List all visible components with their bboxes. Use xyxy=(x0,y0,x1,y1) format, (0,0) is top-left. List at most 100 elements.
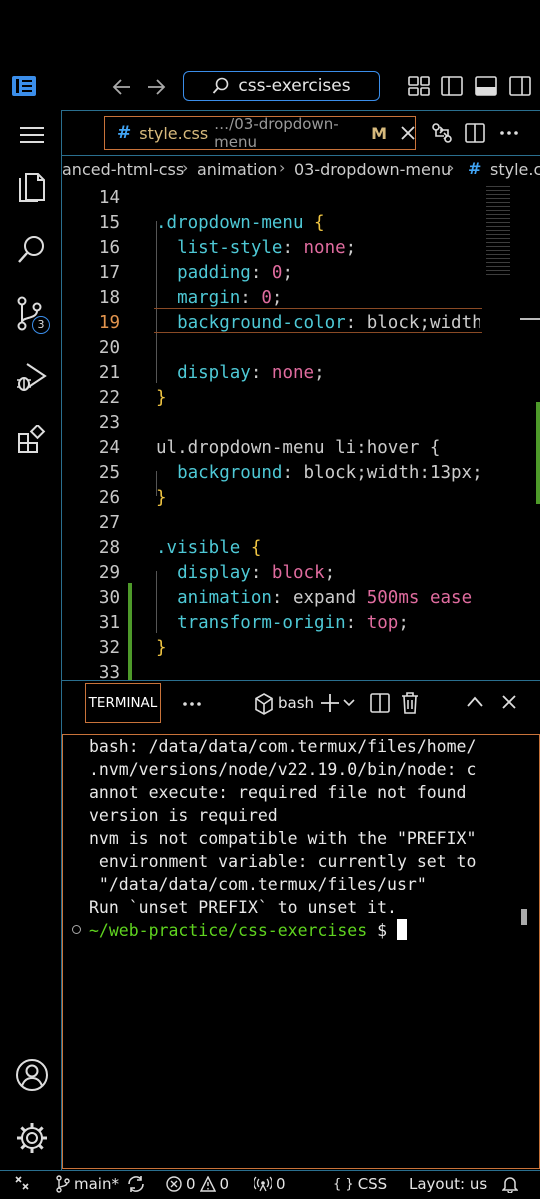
line-number: 31 xyxy=(98,613,120,633)
accounts-icon[interactable] xyxy=(15,1058,49,1092)
git-branch[interactable]: main* xyxy=(56,1175,119,1193)
code-line: 20 xyxy=(62,336,540,361)
keyboard-layout[interactable]: Layout: us xyxy=(409,1175,487,1193)
line-number: 23 xyxy=(98,413,120,433)
chevron-down-icon[interactable] xyxy=(343,699,355,707)
toggle-secondary-sidebar-icon[interactable] xyxy=(509,76,531,96)
tab-filename: style.css xyxy=(139,123,209,143)
sync-icon[interactable] xyxy=(127,1175,145,1193)
chevron-right-icon: › xyxy=(448,158,455,177)
code-line: 30 animation: expand 500ms ease xyxy=(62,586,540,611)
terminal-body[interactable]: bash: /data/data/com.termux/files/home/ … xyxy=(62,734,540,1169)
remote-indicator-icon[interactable] xyxy=(14,1175,30,1191)
breadcrumb: anced-html-css › animation › 03-dropdown… xyxy=(62,156,540,184)
customize-layout-icon[interactable] xyxy=(408,76,430,96)
split-editor-icon[interactable] xyxy=(465,123,485,143)
more-panels-icon[interactable] xyxy=(182,701,202,707)
split-terminal-icon[interactable] xyxy=(370,693,390,713)
command-decoration-icon[interactable] xyxy=(72,925,81,934)
terminal-shell-icon xyxy=(254,693,274,715)
language-mode[interactable]: { } CSS xyxy=(333,1175,387,1193)
maximize-panel-icon[interactable] xyxy=(467,696,483,708)
gear-icon[interactable] xyxy=(15,1121,49,1155)
code-line: 23 xyxy=(62,411,540,436)
panel-header: TERMINAL bash xyxy=(62,680,540,724)
command-center-search[interactable]: css-exercises xyxy=(183,71,380,101)
toggle-primary-sidebar-icon[interactable] xyxy=(441,76,463,96)
files-icon[interactable] xyxy=(17,168,47,202)
breadcrumb-item[interactable]: 03-dropdown-menu xyxy=(294,160,451,179)
code-line: 24 ul.dropdown-menu li:hover { xyxy=(62,436,540,461)
code-text: display: none; xyxy=(177,363,325,383)
line-number: 20 xyxy=(98,338,120,358)
branch-icon xyxy=(56,1175,70,1193)
error-icon xyxy=(166,1176,182,1192)
tab-terminal[interactable]: TERMINAL xyxy=(85,683,161,723)
code-text: padding: 0; xyxy=(177,263,294,283)
search-icon xyxy=(212,77,230,95)
code-text: } xyxy=(156,388,167,408)
code-text: animation: expand 500ms ease xyxy=(177,588,473,608)
code-line: 18 margin: 0; xyxy=(62,286,540,311)
code-text: background-color: block;width:13px;heigh… xyxy=(177,313,480,333)
trash-icon[interactable] xyxy=(401,692,419,714)
breadcrumb-item[interactable]: style.c xyxy=(490,160,540,179)
code-line: 27 xyxy=(62,511,540,536)
terminal-output-line: bash: /data/data/com.termux/files/home/ xyxy=(89,737,477,756)
ports-indicator[interactable]: 0 xyxy=(254,1175,286,1193)
new-terminal-icon[interactable] xyxy=(320,693,340,713)
terminal-prompt: ~/web-practice/css-exercises $ xyxy=(89,919,407,942)
close-icon[interactable] xyxy=(502,695,516,709)
terminal-output-line: nvm is not compatible with the "PREFIX" xyxy=(89,829,477,848)
problems-indicator[interactable]: 0 0 xyxy=(166,1175,229,1193)
line-number: 24 xyxy=(98,438,120,458)
code-text: ul.dropdown-menu li:hover { xyxy=(156,438,441,458)
line-number: 22 xyxy=(98,388,120,408)
line-number: 32 xyxy=(98,638,120,658)
line-number: 26 xyxy=(98,488,120,508)
terminal-output-line: environment variable: currently set to xyxy=(89,852,477,871)
more-actions-icon[interactable] xyxy=(499,130,519,136)
code-line: 15 .dropdown-menu { xyxy=(62,211,540,236)
tab-style-css[interactable]: # style.css …/03-dropdown-menu M xyxy=(104,115,416,151)
minimap-content xyxy=(486,186,510,276)
close-icon[interactable] xyxy=(401,126,415,140)
breadcrumb-item[interactable]: anced-html-css xyxy=(62,160,184,179)
code-line: 29 display: block; xyxy=(62,561,540,586)
debug-icon[interactable] xyxy=(15,360,49,394)
chevron-right-icon: › xyxy=(182,158,189,177)
menu-icon[interactable] xyxy=(20,126,44,144)
bell-icon[interactable] xyxy=(502,1175,518,1193)
code-text: .dropdown-menu { xyxy=(156,213,325,233)
minimap-slider[interactable] xyxy=(520,318,540,320)
breadcrumb-item[interactable]: animation xyxy=(197,160,277,179)
prompt-path: ~/web-practice/css-exercises xyxy=(89,921,368,940)
line-number: 29 xyxy=(98,563,120,583)
code-editor[interactable]: 14 15 .dropdown-menu {16 list-style: none;… xyxy=(62,184,540,680)
line-number: 16 xyxy=(98,238,120,258)
line-number: 27 xyxy=(98,513,120,533)
back-arrow-icon[interactable] xyxy=(112,78,132,96)
code-text: } xyxy=(156,488,167,508)
title-bar: css-exercises xyxy=(0,0,540,110)
shell-name[interactable]: bash xyxy=(278,694,314,712)
toggle-panel-icon[interactable] xyxy=(475,76,497,96)
tab-modified-status: M xyxy=(371,123,387,143)
terminal-cursor xyxy=(396,919,407,940)
open-changes-icon[interactable] xyxy=(431,122,453,144)
line-number: 17 xyxy=(98,263,120,283)
minimap[interactable] xyxy=(482,184,540,680)
terminal-scrollbar[interactable] xyxy=(521,909,527,925)
app-menu-icon[interactable] xyxy=(12,76,36,96)
code-text: list-style: none; xyxy=(177,238,357,258)
tab-path: …/03-dropdown-menu xyxy=(214,115,339,151)
terminal-output-line: version is required xyxy=(89,806,278,825)
status-bar: main* 0 0 0 { } CSS Layout: us xyxy=(0,1170,540,1199)
branch-name: main* xyxy=(74,1175,119,1193)
extensions-icon[interactable] xyxy=(18,425,46,453)
code-line: 14 xyxy=(62,186,540,211)
forward-arrow-icon[interactable] xyxy=(146,78,166,96)
code-line: 31 transform-origin: top; xyxy=(62,611,540,636)
css-file-icon: # xyxy=(117,123,132,143)
search-icon[interactable] xyxy=(17,234,47,266)
